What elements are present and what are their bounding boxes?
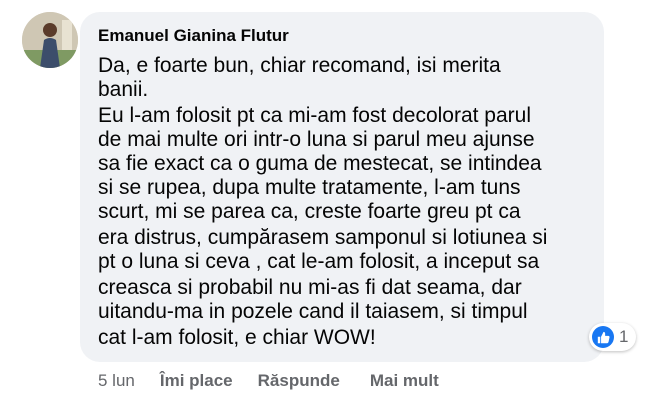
- reaction-summary[interactable]: 1: [589, 323, 637, 351]
- comment-line: uitandu-ma in pozele cand il taiasem, si…: [98, 300, 528, 323]
- comment-line: banii.: [98, 78, 149, 101]
- comment-line: cat l-am folosit, e chiar WOW!: [98, 326, 376, 349]
- like-icon: [592, 326, 614, 348]
- comment-line: pt o luna si ceva , cat le-am folosit, a…: [98, 250, 540, 273]
- comment-line: Da, e foarte bun, chiar recomand, isi me…: [98, 54, 501, 77]
- comment-actions: 5 lun Îmi place Răspunde Mai mult: [98, 371, 439, 391]
- more-button[interactable]: Mai mult: [370, 371, 439, 391]
- comment-line: si se rupea, dupa multe tratamente, l-am…: [98, 176, 521, 199]
- comment-line: creasca si probabil nu mi-as fi dat seam…: [98, 276, 522, 299]
- timestamp-link[interactable]: 5 lun: [98, 371, 135, 391]
- avatar-photo: [22, 12, 78, 68]
- avatar[interactable]: [22, 12, 78, 68]
- comment-line: Eu l-am folosit pt ca mi-am fost decolor…: [98, 104, 532, 127]
- comment-author[interactable]: Emanuel Gianina Flutur: [98, 26, 289, 46]
- comment-line: era distrus, cumpărasem samponul si loti…: [98, 226, 548, 249]
- reaction-count: 1: [619, 327, 629, 346]
- comment-line: de mai multe ori intr-o luna si parul me…: [98, 128, 535, 151]
- comment-line: scurt, mi se parea ca, creste foarte gre…: [98, 200, 521, 223]
- reply-button[interactable]: Răspunde: [258, 371, 340, 391]
- comment-line: sa fie exact ca o guma de mestecat, se i…: [98, 152, 542, 175]
- like-button[interactable]: Îmi place: [160, 371, 233, 391]
